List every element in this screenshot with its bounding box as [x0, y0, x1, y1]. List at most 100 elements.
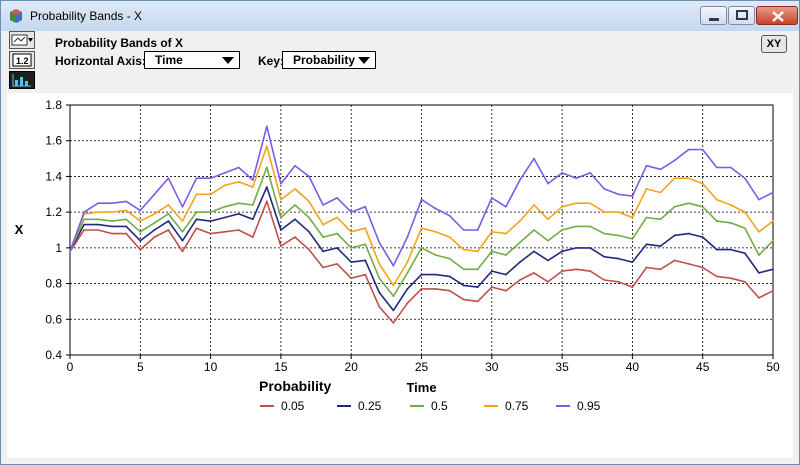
data-point: [729, 166, 732, 169]
data-point: [490, 286, 493, 289]
data-point: [195, 218, 198, 221]
data-point: [743, 211, 746, 214]
data-point: [772, 268, 774, 271]
data-point: [715, 220, 718, 222]
data-point: [659, 218, 662, 221]
data-point: [476, 286, 479, 289]
data-point: [673, 259, 676, 262]
data-point: [645, 216, 648, 219]
data-point: [589, 202, 592, 205]
x-tick-label: 10: [204, 360, 218, 374]
data-point: [308, 248, 310, 251]
data-point: [181, 220, 184, 222]
data-point: [364, 259, 367, 262]
data-point: [561, 229, 563, 231]
data-point: [336, 196, 339, 199]
minimize-button[interactable]: [700, 6, 727, 25]
data-point: [167, 229, 170, 231]
maximize-button[interactable]: [728, 6, 755, 25]
data-point: [729, 221, 732, 224]
data-point: [364, 205, 367, 208]
data-point: [589, 246, 592, 249]
data-point: [83, 211, 85, 214]
title-bar[interactable]: Probability Bands - X: [1, 1, 799, 31]
data-point: [350, 211, 353, 214]
data-point: [533, 157, 535, 160]
data-point: [181, 239, 184, 242]
data-point: [547, 182, 549, 185]
data-point: [448, 275, 451, 278]
data-point: [701, 236, 704, 239]
data-point: [251, 179, 254, 181]
data-point: [111, 225, 114, 228]
data-point: [504, 232, 507, 235]
y-tick-label: 0.4: [45, 348, 62, 362]
data-point: [406, 271, 409, 274]
data-point: [533, 204, 535, 206]
data-point: [308, 216, 310, 219]
data-point: [519, 261, 521, 264]
graph-view-button[interactable]: [9, 31, 35, 49]
data-point: [490, 196, 493, 199]
data-point: [772, 220, 774, 222]
data-point: [251, 186, 254, 189]
data-point: [209, 177, 212, 180]
data-point: [715, 198, 718, 201]
data-point: [420, 227, 423, 230]
data-point: [462, 268, 465, 271]
data-point: [237, 213, 240, 215]
data-point: [659, 168, 662, 171]
data-point: [533, 250, 535, 253]
data-point: [139, 220, 142, 222]
data-point: [743, 280, 746, 283]
data-point: [589, 270, 592, 272]
data-point: [603, 255, 606, 258]
data-point: [251, 218, 254, 221]
data-point: [673, 234, 676, 237]
data-point: [772, 289, 774, 292]
chevron-down-icon: [222, 57, 234, 64]
table-view-button[interactable]: 1.2: [9, 51, 35, 69]
data-point: [223, 216, 226, 219]
horizontal-axis-dropdown[interactable]: Time: [144, 51, 240, 69]
data-point: [181, 230, 184, 233]
data-point: [434, 207, 437, 210]
data-point: [547, 218, 549, 221]
data-point: [561, 171, 563, 174]
data-point: [336, 216, 339, 219]
data-point: [701, 148, 704, 151]
legend-label: 0.5: [431, 399, 448, 413]
data-point: [237, 202, 240, 205]
data-point: [153, 193, 156, 196]
xy-button[interactable]: XY: [761, 35, 787, 53]
data-point: [561, 270, 563, 272]
data-point: [125, 218, 128, 221]
data-point: [743, 177, 746, 180]
data-point: [617, 280, 620, 283]
data-point: [603, 211, 606, 214]
data-point: [336, 232, 339, 235]
key-label: Key:: [258, 54, 285, 68]
key-dropdown[interactable]: Probability: [282, 51, 376, 69]
data-point: [364, 243, 367, 246]
maximize-icon: [736, 10, 748, 20]
data-point: [97, 218, 100, 221]
bar-chart-button[interactable]: [9, 71, 35, 89]
data-point: [715, 166, 718, 169]
data-point: [308, 175, 310, 178]
data-point: [139, 239, 142, 242]
x-axis-label: Time: [406, 380, 436, 395]
data-point: [237, 180, 240, 183]
close-button[interactable]: [756, 6, 798, 25]
data-point: [729, 277, 732, 280]
data-point: [617, 193, 620, 196]
close-icon: [772, 11, 784, 22]
data-point: [364, 227, 367, 230]
data-point: [378, 277, 381, 280]
data-point: [617, 234, 620, 237]
data-point: [111, 220, 114, 222]
data-point: [97, 229, 100, 231]
data-point: [406, 288, 409, 290]
data-point: [265, 145, 268, 147]
data-point: [125, 232, 128, 235]
